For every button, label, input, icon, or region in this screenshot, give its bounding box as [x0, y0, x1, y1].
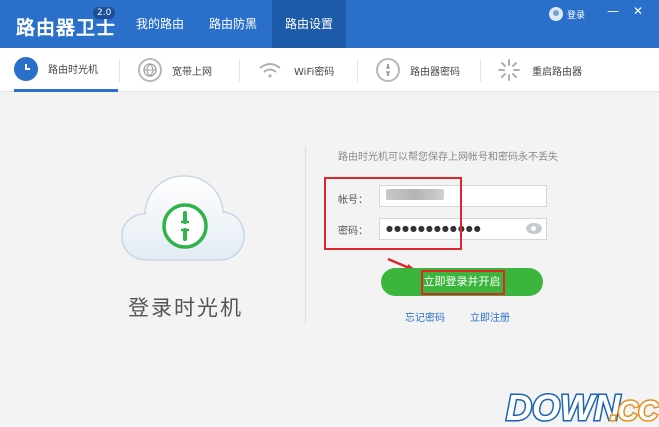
tab-my-router[interactable]: 我的路由: [124, 0, 196, 48]
tab-router-protect[interactable]: 路由防黑: [197, 0, 269, 48]
content-divider: [305, 146, 306, 324]
globe-icon: [138, 58, 162, 82]
eye-icon[interactable]: [526, 223, 542, 234]
lock-icon: [376, 58, 400, 82]
cloud-lock-illustration: [118, 168, 248, 266]
wifi-icon: [256, 58, 284, 82]
login-label: 登录: [567, 10, 586, 21]
subtab-restart-router[interactable]: 重启路由器: [496, 48, 606, 92]
restart-icon: [496, 57, 522, 83]
svg-text:DOWN: DOWN: [506, 387, 621, 427]
watermark-logo-icon: DOWN .CC: [503, 380, 659, 427]
subtab-label: 路由时光机: [48, 65, 98, 76]
tab-router-settings[interactable]: 路由设置: [272, 0, 346, 48]
sub-tab-bar: 路由时光机 宽带上网 WiFi密码 路由器密码 重启路由器: [0, 48, 659, 92]
down-cc-watermark: DOWN .CC: [503, 380, 659, 427]
subtab-label: 路由器密码: [410, 66, 460, 78]
svg-text:.CC: .CC: [610, 395, 659, 426]
close-button[interactable]: ✕: [633, 4, 643, 18]
login-link[interactable]: 登录: [549, 6, 585, 22]
user-icon: [549, 7, 563, 21]
forgot-password-link[interactable]: 忘记密码: [405, 309, 445, 324]
subtab-broadband[interactable]: 宽带上网: [138, 48, 238, 92]
subtab-router-password[interactable]: 路由器密码: [376, 48, 476, 92]
divider: [119, 60, 120, 82]
minimize-button[interactable]: —: [607, 4, 619, 18]
divider: [357, 60, 358, 82]
cloud-icon: [121, 175, 245, 261]
subtab-label: WiFi密码: [294, 66, 335, 78]
divider: [239, 60, 240, 82]
time-machine-caption: 登录时光机: [128, 296, 243, 320]
subtab-time-machine[interactable]: 路由时光机: [14, 48, 118, 92]
divider: [480, 60, 481, 82]
hint-text: 路由时光机可以帮您保存上网帐号和密码永不丢失: [338, 152, 558, 163]
clock-icon: [14, 56, 38, 81]
top-bar: 路由器卫士 2.0 我的路由 路由防黑 路由设置 登录 — ✕: [0, 0, 659, 48]
version-badge: 2.0: [93, 7, 116, 19]
annotation-box-credentials: [324, 177, 462, 250]
subtab-wifi-password[interactable]: WiFi密码: [256, 48, 356, 92]
subtab-label: 重启路由器: [532, 66, 582, 78]
annotation-box-button: [421, 270, 505, 295]
register-link[interactable]: 立即注册: [470, 309, 510, 324]
subtab-label: 宽带上网: [172, 66, 212, 78]
